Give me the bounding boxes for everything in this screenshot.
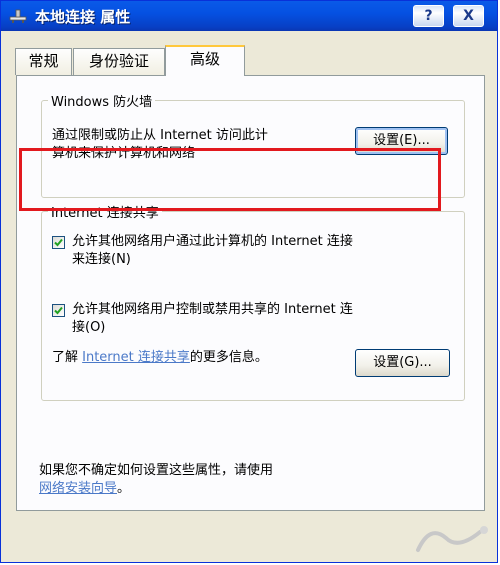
highlight-box (19, 148, 441, 211)
tab-advanced[interactable]: 高级 (165, 45, 245, 76)
allow-connect-label-line1[interactable]: 允许其他网络用户通过此计算机的 Internet 连接 (72, 233, 353, 251)
ics-settings-button[interactable]: 设置(G)... (355, 349, 450, 377)
ics-group: Internet 连接共享 允许其他网络用户通过此计算机的 Internet 连… (41, 202, 465, 401)
tab-general[interactable]: 常规 (15, 48, 72, 75)
watermark-logo (416, 526, 488, 552)
close-button[interactable]: X (453, 5, 484, 27)
ics-help-link[interactable]: Internet 连接共享 (82, 350, 190, 365)
footer-suffix: 。 (117, 481, 131, 496)
learn-more-text: 了解 Internet 连接共享的更多信息。 (52, 349, 268, 367)
firewall-description-line1: 通过限制或防止从 Internet 访问此计 (52, 128, 268, 143)
allow-control-checkbox[interactable] (52, 304, 65, 317)
footer-text: 如果您不确定如何设置这些属性，请使用 (39, 463, 274, 478)
tab-authentication[interactable]: 身份验证 (73, 48, 165, 75)
checkmark-icon (54, 238, 63, 247)
allow-control-label-line1[interactable]: 允许其他网络用户控制或禁用共享的 Internet 连 (72, 301, 353, 319)
allow-control-label-line2[interactable]: 接(O) (72, 319, 105, 337)
network-connection-icon (9, 9, 27, 23)
help-button[interactable]: ? (413, 5, 444, 27)
firewall-group-title: Windows 防火墙 (48, 91, 156, 110)
advanced-tab-panel: Windows 防火墙 通过限制或防止从 Internet 访问此计 算机来保护… (16, 75, 485, 511)
allow-connect-label-line2[interactable]: 来连接(N) (72, 251, 131, 269)
title-bar[interactable]: 本地连接 属性 ? X (1, 1, 497, 31)
learn-more-suffix: 的更多信息。 (189, 350, 268, 365)
checkmark-icon (54, 306, 63, 315)
window-title: 本地连接 属性 (35, 8, 131, 26)
footer-link-line: 网络安装向导。 (39, 480, 130, 498)
properties-dialog: 本地连接 属性 ? X 常规 身份验证 高级 Windows 防火墙 通过限制或… (0, 0, 498, 563)
network-setup-wizard-link[interactable]: 网络安装向导 (39, 481, 117, 496)
learn-more-prefix: 了解 (52, 350, 83, 365)
allow-connect-checkbox[interactable] (52, 236, 65, 249)
